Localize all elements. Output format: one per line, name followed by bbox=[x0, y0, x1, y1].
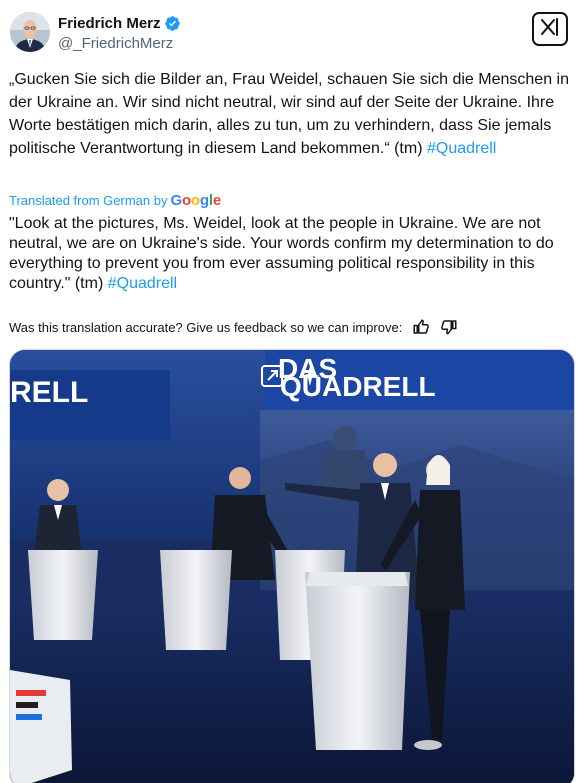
thumbs-down-icon[interactable] bbox=[440, 318, 458, 336]
tweet-header: Friedrich Merz @_FriedrichMerz bbox=[8, 10, 568, 56]
translation-hashtag-link[interactable]: #Quadrell bbox=[108, 275, 177, 292]
hashtag-link[interactable]: #Quadrell bbox=[427, 140, 496, 157]
tweet-video[interactable]: RELL DAS QUADRELL bbox=[9, 349, 575, 783]
author-name-row[interactable]: Friedrich Merz bbox=[58, 14, 181, 33]
feedback-prompt: Was this translation accurate? Give us f… bbox=[9, 319, 403, 335]
banner-left-text: RELL bbox=[10, 376, 88, 409]
profile-avatar[interactable] bbox=[10, 12, 50, 52]
verified-badge-icon[interactable] bbox=[164, 15, 181, 32]
translated-text: "Look at the pictures, Ms. Weidel, look … bbox=[9, 214, 569, 294]
thumbs-up-icon[interactable] bbox=[412, 318, 430, 336]
author-display-name[interactable]: Friedrich Merz bbox=[58, 14, 161, 33]
google-logo: Google bbox=[170, 192, 221, 209]
tweet-text: „Gucken Sie sich die Bilder an, Frau Wei… bbox=[9, 68, 569, 160]
translation-attribution: Translated from German by Google bbox=[9, 192, 221, 209]
grok-icon bbox=[539, 16, 561, 43]
translation-body: "Look at the pictures, Ms. Weidel, look … bbox=[9, 215, 554, 292]
translated-label[interactable]: Translated from German by bbox=[9, 193, 167, 208]
author-handle[interactable]: @_FriedrichMerz bbox=[58, 34, 181, 53]
translation-feedback: Was this translation accurate? Give us f… bbox=[9, 318, 458, 336]
author-info: Friedrich Merz @_FriedrichMerz bbox=[58, 14, 181, 53]
grok-button[interactable] bbox=[532, 12, 568, 46]
